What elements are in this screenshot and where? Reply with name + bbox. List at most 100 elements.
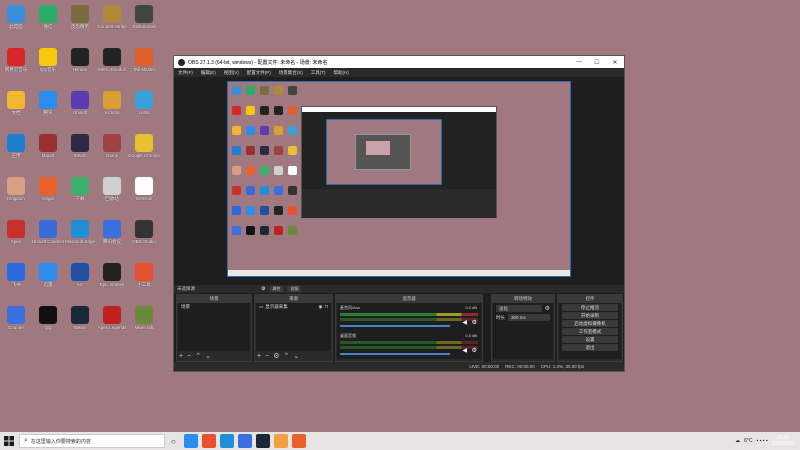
taskbar-app-icon[interactable]	[201, 434, 216, 448]
gear-icon[interactable]: ⚙	[472, 347, 477, 354]
obs-titlebar[interactable]: OBS 27.1.3 (64-bit, windows) - 配置文件: 未命名…	[174, 56, 624, 68]
desktop-icon[interactable]: 应用	[1, 134, 31, 158]
desktop-icon[interactable]: Minecraft	[129, 306, 159, 330]
settings-button[interactable]: 设置	[562, 336, 618, 343]
desktop-icon[interactable]: 网易云音乐	[1, 48, 31, 72]
remove-icon[interactable]: −	[187, 353, 191, 360]
studio-mode-button[interactable]: 工作室模式	[562, 328, 618, 335]
close-button[interactable]: ✕	[606, 59, 624, 66]
desktop-icon[interactable]: 迅雷	[33, 263, 63, 287]
taskbar-app-icon[interactable]	[273, 434, 288, 448]
move-up-icon[interactable]: ⌃	[283, 352, 289, 360]
taskbar-app-icon[interactable]	[291, 434, 306, 448]
desktop-icon[interactable]: 此电脑	[1, 5, 31, 29]
transition-select[interactable]: 淡化	[496, 305, 542, 312]
speaker-icon[interactable]: ◀	[462, 347, 467, 354]
desktop-icon[interactable]: Microsoft Edge	[65, 220, 95, 244]
tray-icons[interactable]: ▪ ▪ ▪ ▪	[756, 438, 767, 444]
remove-icon[interactable]: −	[265, 353, 269, 360]
add-icon[interactable]: +	[179, 353, 183, 360]
speaker-icon[interactable]: ◀	[462, 319, 467, 326]
desktop-icon[interactable]: Apex Legends	[97, 306, 127, 330]
desktop-icon[interactable]: Apex	[1, 220, 31, 244]
eye-icon[interactable]: ◉	[319, 304, 323, 310]
stop-streaming-button[interactable]: 停止推流	[562, 304, 618, 311]
scenes-list[interactable]: 场景	[178, 303, 250, 351]
volume-slider[interactable]	[340, 353, 451, 355]
menu-file[interactable]: 文件(F)	[178, 70, 193, 76]
weather-icon[interactable]: ☁	[735, 438, 740, 444]
exit-button[interactable]: 退出	[562, 344, 618, 351]
start-recording-button[interactable]: 开始录制	[562, 312, 618, 319]
filters-button[interactable]: 滤镜	[287, 286, 302, 292]
add-icon[interactable]: +	[257, 353, 261, 360]
desktop-icon[interactable]: Steam	[65, 306, 95, 330]
desktop-icon[interactable]: Steam	[65, 134, 95, 158]
lock-icon[interactable]: ⊓	[324, 304, 328, 310]
scene-item[interactable]: 场景	[178, 303, 250, 311]
desktop-icon[interactable]: 下载	[65, 177, 95, 201]
gear-icon[interactable]: ⚙	[472, 319, 477, 326]
desktop-icon[interactable]: Mount	[33, 134, 63, 158]
menu-scene-collection[interactable]: 场景集合(S)	[279, 70, 303, 76]
desktop-icon[interactable]: Victoria	[97, 91, 127, 115]
desktop-icon[interactable]: Kingdom	[1, 177, 31, 201]
sources-list[interactable]: ▭ 显示器采集 ◉ ⊓	[256, 303, 331, 351]
desktop-icon[interactable]: Epic Games	[97, 263, 127, 287]
source-item[interactable]: ▭ 显示器采集 ◉ ⊓	[256, 303, 331, 311]
desktop-icon[interactable]: Ubisoft	[65, 91, 95, 115]
virtual-camera-button[interactable]: 启动虚拟摄像机	[562, 320, 618, 327]
desktop-icon[interactable]: Counter	[1, 306, 31, 330]
volume-slider[interactable]	[340, 325, 451, 327]
minimize-button[interactable]: —	[570, 59, 588, 65]
desktop-icon[interactable]: Tab Master	[129, 48, 159, 72]
settings-icon[interactable]: ⚙	[273, 352, 279, 360]
menu-profile[interactable]: 配置文件(P)	[247, 70, 271, 76]
desktop-icon[interactable]: 回收站	[97, 177, 127, 201]
taskbar-app-icon[interactable]	[183, 434, 198, 448]
desktop-icon[interactable]: 腾讯	[33, 91, 63, 115]
menu-edit[interactable]: 编辑(E)	[201, 70, 216, 76]
menu-tools[interactable]: 工具(T)	[311, 70, 326, 76]
desktop-icon[interactable]: 飞书	[1, 263, 31, 287]
desktop-icon[interactable]: Ubisoft Connect	[32, 220, 64, 244]
desktop-icon[interactable]: QQ音乐	[33, 48, 63, 72]
desktop-icon[interactable]: QQ	[33, 306, 63, 330]
taskbar-app-icon[interactable]	[219, 434, 234, 448]
desktop-icon[interactable]: Arc	[65, 263, 95, 287]
desktop-icon[interactable]: Game	[97, 134, 127, 158]
properties-button[interactable]: 属性	[269, 286, 284, 292]
desktop-icon[interactable]: Genshin	[129, 177, 159, 201]
taskbar-app-icon[interactable]	[255, 434, 270, 448]
desktop-icon[interactable]: Google Chrome	[128, 134, 160, 158]
desktop-icon[interactable]: 反恐精英	[65, 5, 95, 29]
move-down-icon[interactable]: ⌄	[205, 352, 211, 360]
menu-help[interactable]: 帮助(H)	[334, 70, 349, 76]
taskbar-app-icon[interactable]	[237, 434, 252, 448]
task-view-icon[interactable]: ○	[171, 437, 176, 446]
maximize-button[interactable]: ☐	[588, 59, 606, 66]
menu-view[interactable]: 视图(V)	[224, 70, 239, 76]
duration-input[interactable]: 300 ms	[508, 314, 550, 321]
desktop-icon[interactable]: 文档	[1, 91, 31, 115]
search-box[interactable]: ⌕ 在这里输入你要搜索的内容	[19, 434, 165, 448]
desktop-icon[interactable]: Counter-Strike	[97, 5, 127, 29]
preview-area[interactable]	[174, 77, 624, 285]
gear-icon[interactable]: ⚙	[261, 286, 265, 292]
desktop-icon[interactable]: Origin	[33, 177, 63, 201]
move-up-icon[interactable]: ⌃	[195, 352, 201, 360]
desktop-icon[interactable]: 腾讯会议	[97, 220, 127, 244]
start-button[interactable]	[1, 433, 17, 449]
obs-window[interactable]: OBS 27.1.3 (64-bit, windows) - 配置文件: 未命名…	[173, 55, 625, 372]
move-down-icon[interactable]: ⌄	[293, 352, 299, 360]
desktop-icon[interactable]: Metro Exodus	[97, 48, 127, 72]
desktop-icon[interactable]: 小工具	[129, 263, 159, 287]
gear-icon[interactable]: ⚙	[545, 305, 550, 312]
clock[interactable]: 20:58 2021/12/8	[772, 435, 794, 447]
desktop-icon[interactable]: Lutris	[129, 91, 159, 115]
preview-canvas[interactable]	[227, 81, 571, 277]
desktop-icon[interactable]: Dishonored	[129, 5, 159, 29]
desktop-icon[interactable]: 微信	[33, 5, 63, 29]
desktop-icon[interactable]: Hitman	[65, 48, 95, 72]
desktop-icon[interactable]: OBS Studio	[129, 220, 159, 244]
